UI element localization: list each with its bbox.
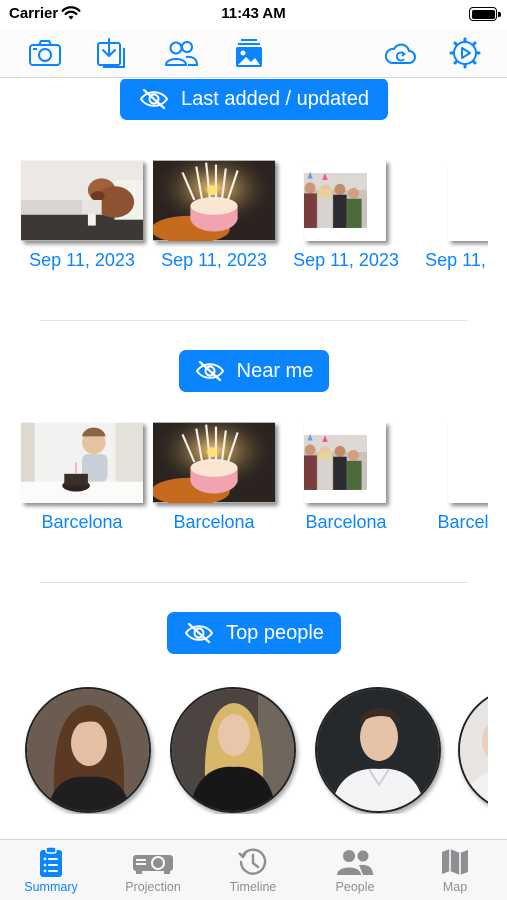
import-button[interactable] — [93, 36, 129, 70]
person-avatar[interactable] — [315, 687, 441, 813]
baby-cupcake-photo — [21, 422, 143, 503]
item-date-label: Sep 11, 2023 — [161, 250, 267, 270]
photo-thumbnail — [448, 160, 488, 241]
bottom-tab-bar: Summary Projection Timeline People Map — [0, 839, 507, 900]
top-people-button[interactable]: Top people — [167, 612, 341, 654]
woman-blonde-hair-photo — [172, 689, 294, 811]
photo-thumbnail — [21, 422, 143, 503]
tab-map[interactable]: Map — [410, 846, 500, 900]
section-divider — [40, 582, 468, 583]
tab-summary-label: Summary — [24, 880, 78, 894]
near-me-item[interactable]: Barcelona — [20, 422, 144, 542]
birthday-cake-photo — [153, 422, 275, 503]
last-added-label: Last added / updated — [181, 87, 369, 110]
eye-slash-icon — [139, 88, 169, 110]
photo-thumbnail — [448, 422, 488, 503]
birthday-cake-photo — [153, 160, 275, 241]
last-added-item[interactable]: Sep 11, 2023 — [152, 160, 276, 280]
gallery-icon — [236, 39, 262, 67]
people-toolbar-button[interactable] — [163, 36, 199, 70]
last-added-item[interactable]: Sep 11, 2023 — [20, 160, 144, 280]
tab-summary[interactable]: Summary — [6, 846, 96, 900]
import-icon — [97, 38, 125, 68]
eye-slash-icon — [195, 360, 224, 382]
map-icon — [442, 849, 468, 875]
tab-timeline[interactable]: Timeline — [208, 846, 298, 900]
last-added-item[interactable]: Sep 11, 2023 — [284, 160, 408, 280]
tab-people[interactable]: People — [310, 846, 400, 900]
people-icon — [165, 41, 198, 66]
man-white-shirt-photo — [317, 689, 439, 811]
photo-thumbnail — [153, 422, 275, 503]
projector-icon — [133, 855, 173, 874]
item-date-label: Sep 11, 2023 — [29, 250, 135, 270]
dog-with-cake-photo — [21, 160, 143, 241]
tab-projection[interactable]: Projection — [108, 846, 198, 900]
item-location-label: Barcelona — [437, 512, 488, 532]
cloud-sync-icon — [384, 43, 416, 64]
last-added-row[interactable]: Sep 11, 2023 Sep 11, 2023 Sep 11, 2023 S… — [20, 160, 488, 280]
tab-projection-label: Projection — [125, 880, 181, 894]
history-clock-icon — [238, 848, 267, 875]
near-me-item[interactable]: Barcelona — [152, 422, 276, 542]
photo-thumbnail — [21, 160, 143, 241]
status-time: 11:43 AM — [221, 5, 286, 22]
last-added-button[interactable]: Last added / updated — [120, 79, 388, 120]
last-added-item[interactable]: Sep 11, 2023 — [416, 160, 488, 280]
gallery-button[interactable] — [231, 36, 267, 70]
top-toolbar — [0, 30, 507, 78]
tab-people-label: People — [335, 880, 375, 894]
settings-button[interactable] — [447, 36, 483, 70]
balloon-photo — [448, 160, 488, 241]
item-location-label: Barcelona — [305, 512, 387, 532]
tab-map-label: Map — [442, 880, 468, 894]
near-me-label: Near me — [236, 359, 314, 382]
party-group-photo — [304, 422, 386, 503]
near-me-item[interactable]: Barcelona — [284, 422, 408, 542]
item-date-label: Sep 11, 2023 — [425, 250, 488, 270]
cloud-sync-button[interactable] — [382, 36, 418, 70]
clipboard-icon — [40, 846, 62, 877]
photo-thumbnail — [304, 422, 386, 503]
near-me-row[interactable]: Barcelona Barcelona Barcelona Barcelona — [20, 422, 488, 542]
top-people-label: Top people — [226, 621, 324, 644]
item-location-label: Barcelona — [173, 512, 255, 532]
camera-icon — [29, 40, 61, 66]
balloon-photo — [448, 422, 488, 503]
person-avatar[interactable] — [170, 687, 296, 813]
top-people-row[interactable] — [20, 684, 488, 814]
partial-person-photo — [460, 689, 488, 811]
summary-scroll-content[interactable]: Last added / updated Sep 11, 2023 Sep 11… — [0, 79, 507, 839]
camera-button[interactable] — [27, 36, 63, 70]
photo-thumbnail — [304, 160, 386, 241]
woman-brown-hair-photo — [27, 689, 149, 811]
battery-icon — [469, 7, 501, 21]
near-me-button[interactable]: Near me — [179, 350, 329, 392]
settings-play-icon — [449, 37, 481, 69]
party-group-photo — [304, 160, 386, 241]
eye-slash-icon — [184, 622, 214, 644]
section-divider — [40, 320, 468, 321]
tab-timeline-label: Timeline — [229, 880, 277, 894]
item-date-label: Sep 11, 2023 — [293, 250, 399, 270]
people-icon — [337, 850, 373, 875]
photo-thumbnail — [153, 160, 275, 241]
person-avatar[interactable] — [25, 687, 151, 813]
person-avatar[interactable] — [458, 687, 488, 813]
near-me-item[interactable]: Barcelona — [416, 422, 488, 542]
item-location-label: Barcelona — [41, 512, 123, 532]
status-bar: Carrier 11:43 AM — [0, 0, 507, 30]
